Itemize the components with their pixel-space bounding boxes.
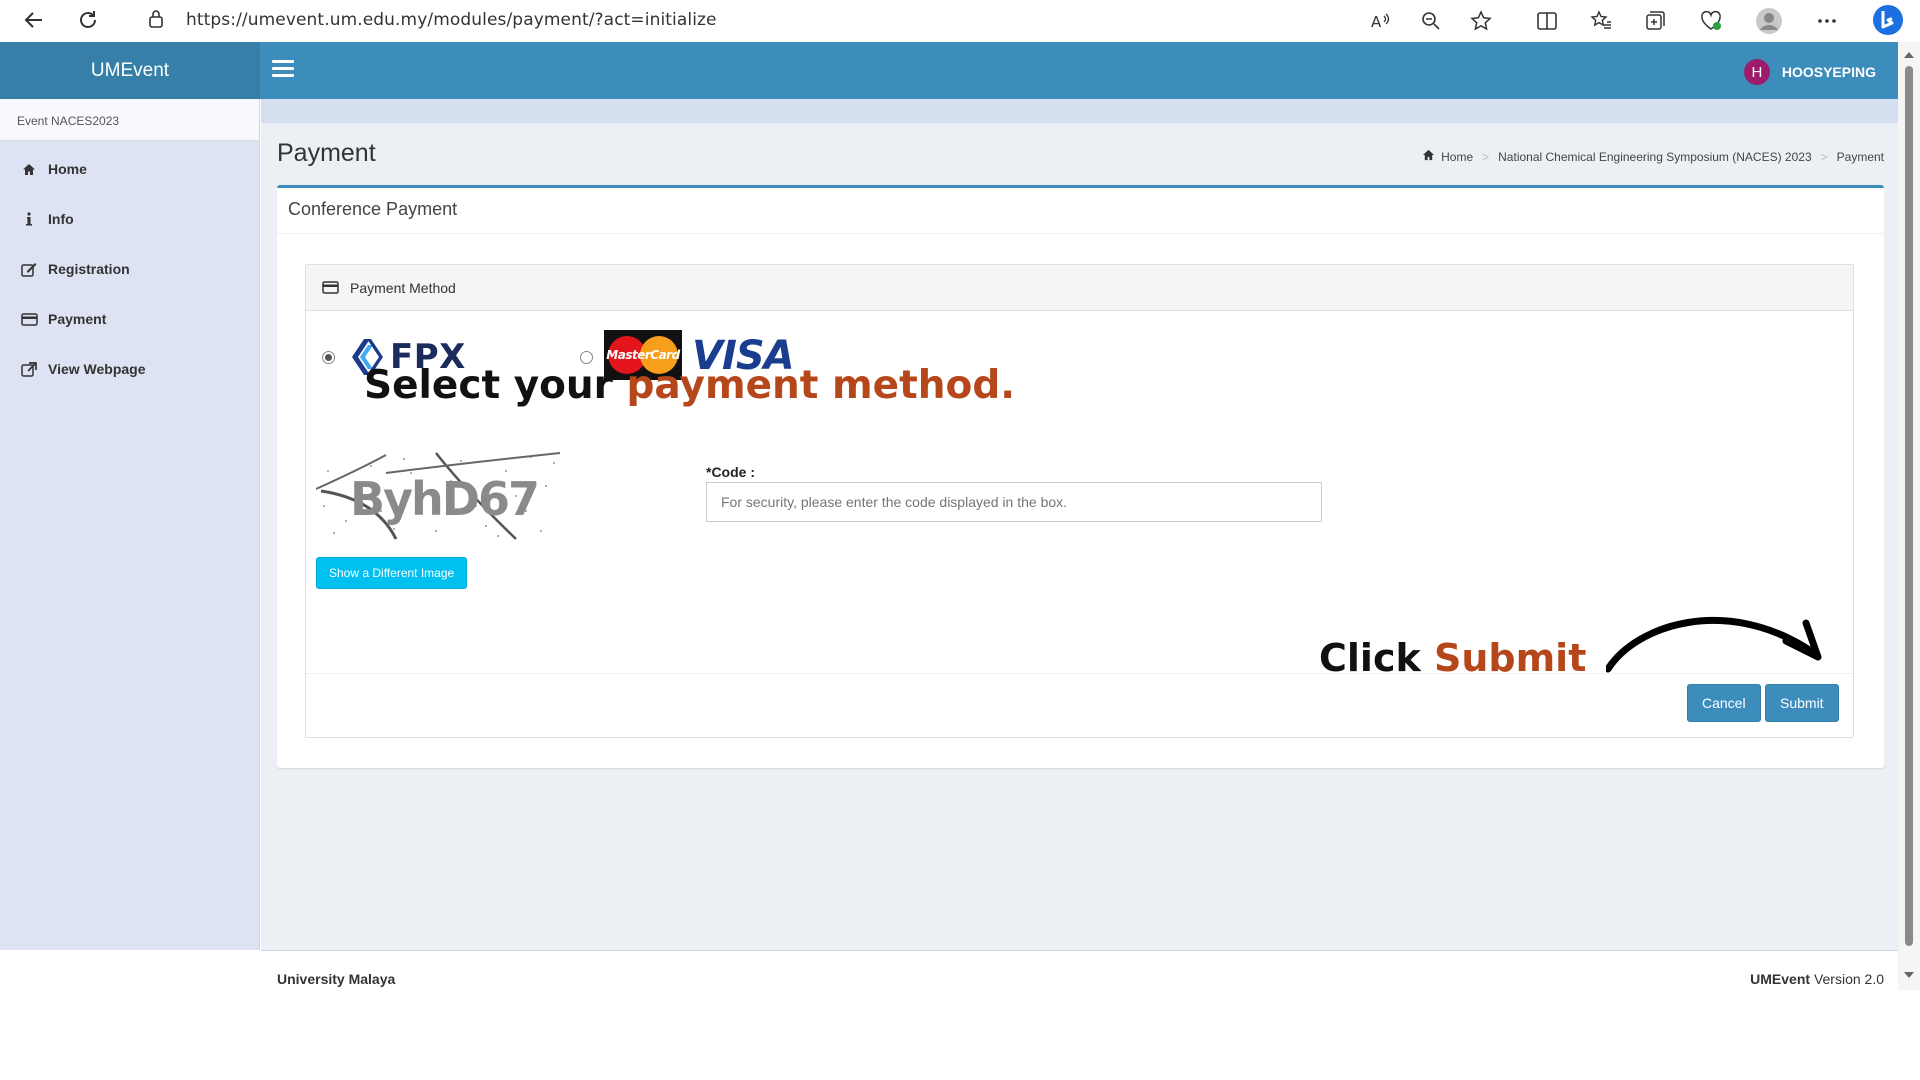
sidebar: Event NACES2023 Home Info Registration P… <box>0 99 260 950</box>
page-scrollbar[interactable] <box>1898 42 1920 990</box>
sidebar-item-payment[interactable]: Payment <box>0 294 259 344</box>
zoom-out-icon[interactable] <box>1416 6 1446 36</box>
captcha-image: ByhD67 <box>316 451 560 541</box>
breadcrumb-current: Payment <box>1836 149 1884 164</box>
sidebar-item-info[interactable]: Info <box>0 194 259 244</box>
sidebar-event-label: Event NACES2023 <box>0 99 259 141</box>
home-icon[interactable] <box>1422 149 1435 164</box>
sidebar-item-home[interactable]: Home <box>0 144 259 194</box>
edit-icon <box>20 261 38 277</box>
scroll-up-icon[interactable] <box>1904 52 1914 58</box>
select-method-instruction: Select your payment method. <box>364 363 1015 408</box>
lock-icon[interactable] <box>148 9 164 34</box>
svg-text:A: A <box>1371 13 1382 31</box>
refresh-icon[interactable] <box>72 4 104 36</box>
sidebar-item-label: Home <box>48 161 87 177</box>
browser-toolbar: https://umevent.um.edu.my/modules/paymen… <box>0 0 1920 42</box>
footer-brand: UMEvent <box>1750 971 1811 987</box>
breadcrumb: Home > National Chemical Engineering Sym… <box>1422 149 1884 164</box>
collections-icon[interactable] <box>1640 6 1670 36</box>
footer-version-text: Version 2.0 <box>1810 971 1884 987</box>
username[interactable]: HOOSYEPING <box>1782 64 1876 80</box>
split-screen-icon[interactable] <box>1532 6 1562 36</box>
back-icon[interactable] <box>18 4 50 36</box>
avatar[interactable]: H <box>1743 59 1770 85</box>
sidebar-item-label: Info <box>48 211 74 227</box>
scroll-thumb[interactable] <box>1905 66 1913 946</box>
sidebar-item-view-webpage[interactable]: View Webpage <box>0 344 259 394</box>
app-logo[interactable]: UMEvent <box>0 42 260 99</box>
footer-organization: University Malaya <box>277 971 396 987</box>
mastercard-label: MasterCard <box>606 348 680 362</box>
cancel-button[interactable]: Cancel <box>1687 684 1761 722</box>
panel-title: Payment Method <box>350 279 456 296</box>
payment-method-panel: Payment Method FPX MasterCard VISA Selec… <box>305 264 1854 738</box>
scroll-down-icon[interactable] <box>1904 972 1914 978</box>
sidebar-item-label: Registration <box>48 261 130 277</box>
submit-button[interactable]: Submit <box>1765 684 1839 722</box>
url-text[interactable]: https://umevent.um.edu.my/modules/paymen… <box>186 10 717 30</box>
instruction-prefix: Select your <box>364 363 627 408</box>
breadcrumb-home[interactable]: Home <box>1441 150 1473 164</box>
sidebar-footer <box>0 950 261 990</box>
panel-heading: Payment Method <box>306 265 1853 311</box>
instruction-accent: payment method. <box>626 363 1016 408</box>
info-icon <box>20 211 38 227</box>
panel-footer-divider <box>306 673 1853 674</box>
read-aloud-icon[interactable]: A <box>1366 6 1396 36</box>
breadcrumb-event[interactable]: National Chemical Engineering Symposium … <box>1498 150 1811 164</box>
box-title: Conference Payment <box>288 199 458 219</box>
fpx-radio[interactable] <box>322 351 335 364</box>
external-link-icon <box>20 361 38 377</box>
address-bar[interactable]: https://umevent.um.edu.my/modules/paymen… <box>126 2 1516 36</box>
breadcrumb-separator: > <box>1482 149 1490 164</box>
footer-version: UMEvent Version 2.0 <box>1750 971 1884 987</box>
sidebar-item-label: View Webpage <box>48 361 146 377</box>
favorite-star-icon[interactable] <box>1466 6 1496 36</box>
favorites-icon[interactable] <box>1586 6 1616 36</box>
show-different-image-button[interactable]: Show a Different Image <box>316 557 468 589</box>
page-title: Payment <box>277 139 376 167</box>
code-label: *Code : <box>706 464 755 480</box>
user-menu[interactable]: H HOOSYEPING <box>1743 59 1876 85</box>
captcha-code-input[interactable] <box>706 482 1322 522</box>
sidebar-item-label: Payment <box>48 311 107 327</box>
app-header: UMEvent H HOOSYEPING <box>0 42 1898 99</box>
menu-toggle-icon[interactable] <box>272 60 294 80</box>
box-divider <box>277 233 1884 234</box>
breadcrumb-separator: > <box>1820 149 1828 164</box>
profile-icon[interactable] <box>1754 6 1784 36</box>
conference-payment-box: Conference Payment Payment Method FPX Ma… <box>277 185 1884 768</box>
more-options-icon[interactable] <box>1812 6 1842 36</box>
credit-card-icon <box>20 311 38 327</box>
content-top-strip <box>261 99 1898 123</box>
page-footer: University Malaya UMEvent Version 2.0 <box>261 950 1898 990</box>
credit-card-icon <box>322 280 340 295</box>
main-content: Payment Home > National Chemical Enginee… <box>261 99 1898 950</box>
bing-copilot-icon[interactable] <box>1870 2 1906 38</box>
blank-area <box>0 990 1920 1080</box>
captcha-text: ByhD67 <box>350 472 538 526</box>
sidebar-item-registration[interactable]: Registration <box>0 244 259 294</box>
arrow-annotation-icon <box>1606 616 1822 673</box>
browser-essentials-icon[interactable] <box>1696 6 1726 36</box>
home-icon <box>20 161 38 177</box>
